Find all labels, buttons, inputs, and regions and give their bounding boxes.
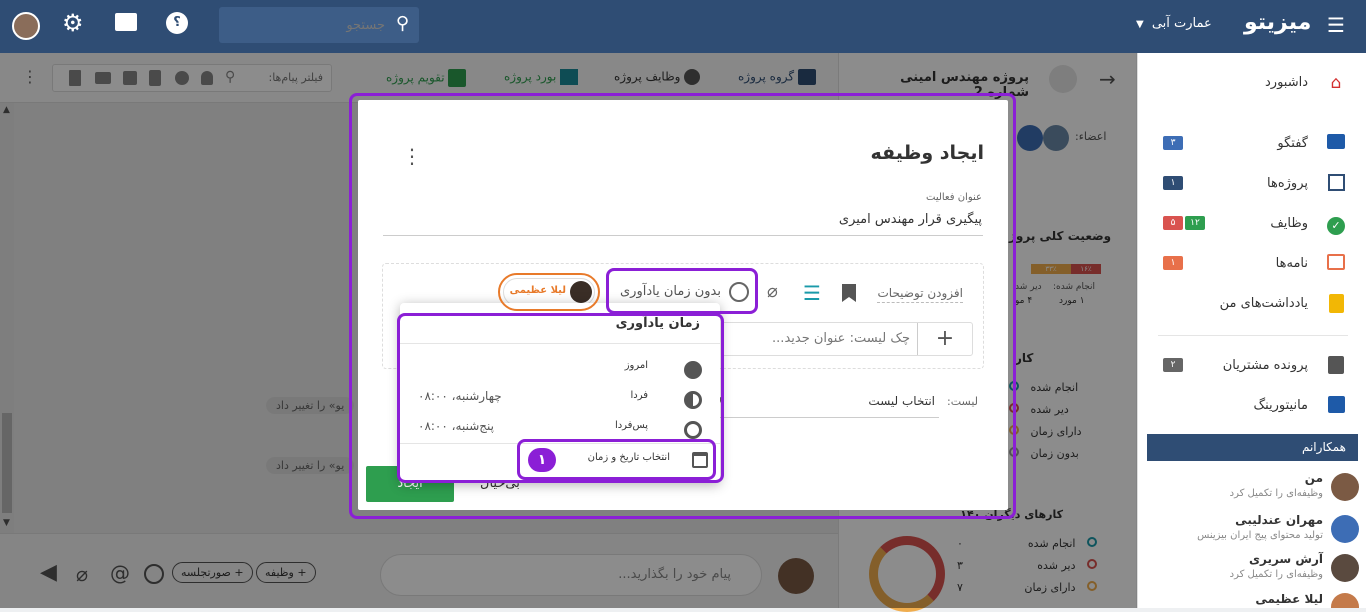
help-icon[interactable]: ؟: [166, 12, 188, 34]
sidebar-divider: [1158, 335, 1348, 336]
caret-down-icon: ▼: [1136, 19, 1144, 30]
colleague-avatar: [1331, 554, 1359, 582]
sun-outline-icon: [684, 421, 702, 439]
checklist-input[interactable]: + چک لیست: عنوان جدید...: [721, 322, 973, 356]
colleague-item[interactable]: آرش سریری وظیفه‌ای را تکمیل کرد: [1138, 550, 1366, 586]
reminder-popup: زمان یادآوری امروز فردا چهارشنبه، ۰۸:۰۰ …: [400, 303, 720, 483]
half-sun-icon: [684, 391, 702, 409]
colleague-item[interactable]: مهران عندلیبی تولید محتوای پیج ایران بیز…: [1138, 511, 1366, 547]
clock-icon: [729, 282, 749, 302]
hamburger-menu-icon[interactable]: ☰: [1327, 13, 1345, 37]
customer-file-icon: [1326, 356, 1346, 376]
customers-count-badge: ۲: [1163, 358, 1183, 372]
reminder-popup-title: زمان یادآوری: [615, 316, 700, 331]
colleague-name: آرش سریری: [1249, 552, 1323, 566]
list-label: لیست:: [947, 395, 978, 408]
colleague-item[interactable]: من وظیفه‌ای را تکمیل کرد: [1138, 469, 1366, 505]
activity-title-label: عنوان فعالیت: [926, 192, 982, 203]
main-sidebar: ⌂ داشبورد گفتگو ۳ پروژه‌ها ۱ ✓ وظایف ۱۲ …: [1137, 53, 1366, 608]
popup-divider: [400, 343, 720, 344]
modal-title: ایجاد وظیفه: [870, 142, 985, 164]
brand-logo[interactable]: میزیتو: [1244, 10, 1311, 35]
search-icon: ⚲: [395, 13, 409, 34]
colleague-avatar: [1331, 473, 1359, 501]
search-input[interactable]: [235, 15, 385, 35]
sidebar-item-tasks[interactable]: ✓ وظایف ۱۲ ۵: [1137, 204, 1366, 244]
list-select[interactable]: انتخاب لیست ▼: [716, 390, 939, 418]
calendar-icon: [692, 452, 708, 468]
org-name: عمارت آبی: [1151, 16, 1212, 31]
more-options-icon[interactable]: ⋮: [402, 144, 422, 168]
gear-icon[interactable]: ⚙: [62, 9, 84, 37]
colleague-name: لیلا عظیمی: [1255, 592, 1323, 606]
monitoring-icon: [1326, 396, 1346, 416]
messages-icon[interactable]: [115, 13, 137, 31]
assignee-chip[interactable]: لیلا عظیمی: [503, 278, 595, 306]
sidebar-item-monitoring[interactable]: مانیتورینگ: [1137, 386, 1366, 426]
colleague-name: مهران عندلیبی: [1235, 513, 1323, 527]
reminder-button[interactable]: بدون زمان یادآوری: [619, 280, 749, 304]
home-icon: ⌂: [1330, 73, 1342, 93]
org-selector[interactable]: عمارت آبی ▼: [1136, 16, 1212, 31]
colleague-avatar: [1331, 593, 1359, 608]
assignee-avatar: [570, 281, 592, 303]
colleagues-header: همکارانم: [1147, 434, 1358, 461]
colleague-status: تولید محتوای پیج ایران بیزینس: [1197, 530, 1323, 541]
sidebar-item-letters[interactable]: نامه‌ها ۱: [1137, 244, 1366, 284]
step-badge: ۱: [528, 448, 556, 472]
search-box[interactable]: ⚲: [219, 7, 419, 43]
top-bar: ☰ میزیتو عمارت آبی ▼ ⚲ ؟ ⚙: [0, 0, 1366, 53]
sidebar-item-chat[interactable]: گفتگو ۳: [1137, 124, 1366, 164]
colleague-item[interactable]: لیلا عظیمی: [1138, 589, 1366, 608]
add-description-button[interactable]: افزودن توضیحات: [877, 286, 963, 303]
letters-count-badge: ۱: [1163, 256, 1183, 270]
tasks-late-badge: ۵: [1163, 216, 1183, 230]
tasks-count-badge: ۱۲: [1185, 216, 1205, 230]
checklist-icon[interactable]: ☰: [803, 281, 821, 305]
sidebar-item-notes[interactable]: یادداشت‌های من: [1137, 284, 1366, 324]
reminder-option-today[interactable]: امروز: [400, 353, 720, 381]
colleague-name: من: [1304, 471, 1323, 485]
activity-title-input[interactable]: پیگیری قرار مهندس امیری: [383, 208, 983, 236]
bookmark-icon[interactable]: [842, 284, 856, 302]
add-checklist-icon[interactable]: +: [917, 323, 972, 355]
notes-icon: [1326, 294, 1346, 314]
sidebar-item-customers[interactable]: پرونده مشتریان ۲: [1137, 346, 1366, 386]
reminder-option-day-after[interactable]: پس‌فردا پنج‌شنبه، ۰۸:۰۰: [400, 413, 720, 441]
projects-icon: [1326, 174, 1346, 194]
create-task-modal: ایجاد وظیفه ⋮ عنوان فعالیت پیگیری قرار م…: [358, 100, 1008, 510]
sidebar-item-projects[interactable]: پروژه‌ها ۱: [1137, 164, 1366, 204]
colleague-avatar: [1331, 515, 1359, 543]
colleague-status: وظیفه‌ای را تکمیل کرد: [1229, 569, 1323, 580]
task-check-icon: ✓: [1326, 214, 1346, 235]
popup-divider: [400, 443, 720, 444]
attach-icon[interactable]: ⌀: [767, 281, 778, 302]
colleague-status: وظیفه‌ای را تکمیل کرد: [1229, 488, 1323, 499]
sidebar-item-dashboard[interactable]: ⌂ داشبورد: [1137, 63, 1366, 103]
chat-count-badge: ۳: [1163, 136, 1183, 150]
pick-date-time-option[interactable]: انتخاب تاریخ و زمان ۱: [518, 445, 714, 475]
mail-icon: [1326, 254, 1346, 274]
reminder-option-tomorrow[interactable]: فردا چهارشنبه، ۰۸:۰۰: [400, 383, 720, 411]
user-avatar[interactable]: [12, 12, 40, 40]
chat-icon: [1326, 134, 1346, 154]
projects-count-badge: ۱: [1163, 176, 1183, 190]
sun-icon: [684, 361, 702, 379]
